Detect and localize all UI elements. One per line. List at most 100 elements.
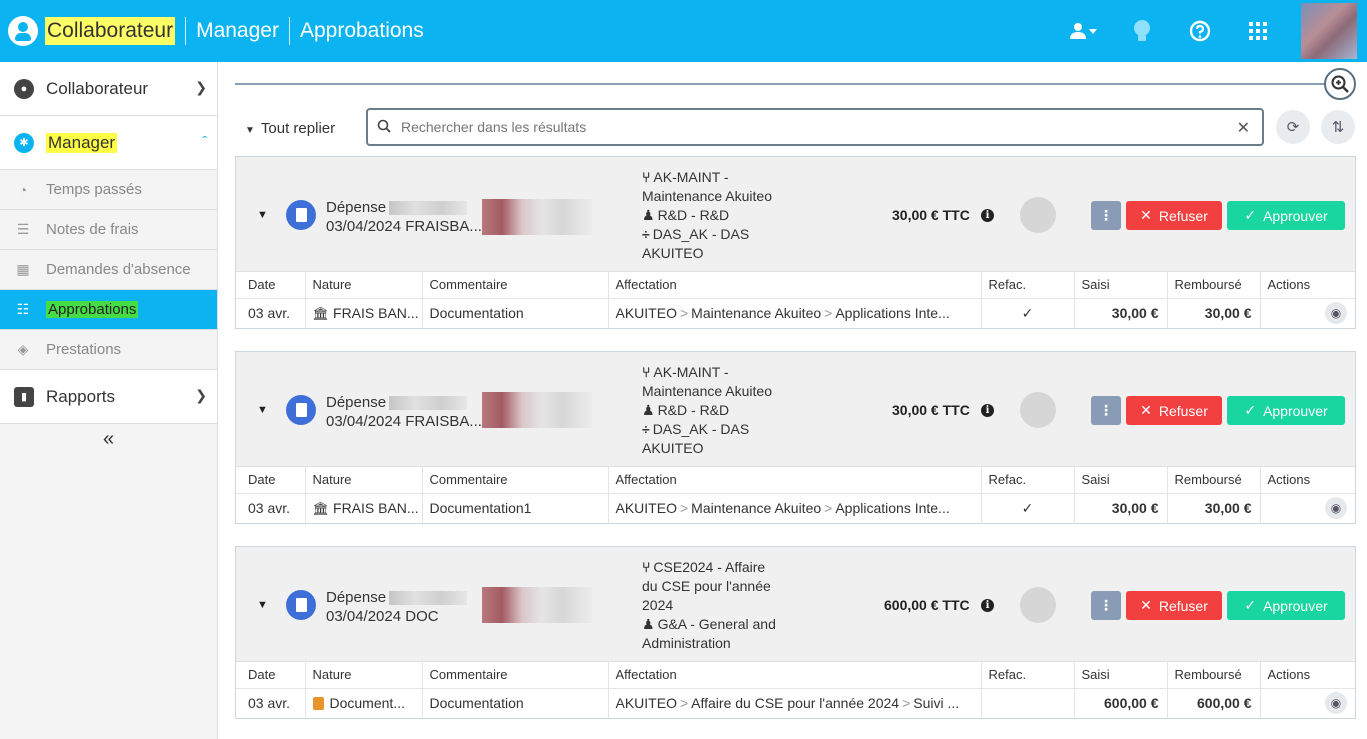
eye-icon[interactable]: ◉ — [1325, 497, 1347, 520]
redacted-employee — [482, 392, 592, 428]
breadcrumb-manager[interactable]: Manager — [186, 17, 289, 45]
card-type: Dépense — [326, 199, 387, 216]
card-subtitle: 03/04/2024 DOC — [326, 608, 439, 625]
column-header[interactable]: Refac. — [980, 272, 1074, 298]
column-header[interactable]: Date — [236, 272, 305, 298]
clock-icon: ◔ — [18, 181, 28, 198]
column-header[interactable]: Remboursé — [1166, 272, 1260, 298]
expense-table: Date Nature Commentaire Affectation Refa… — [236, 662, 1355, 718]
column-header[interactable]: Nature — [304, 272, 422, 298]
cell-nature: Document... — [304, 687, 422, 718]
collapse-all-label: Tout replier — [260, 120, 336, 137]
card-amount: 600,00 € TTC — [884, 597, 970, 613]
cell-affectation: AKUITEO > Affaire du CSE pour l'année 2024… — [607, 687, 981, 718]
column-header[interactable]: Remboursé — [1166, 662, 1260, 688]
column-header[interactable]: Affectation — [607, 662, 981, 688]
column-header[interactable]: Nature — [304, 662, 422, 688]
column-header[interactable]: Actions — [1259, 272, 1355, 298]
column-header[interactable]: Saisi — [1073, 467, 1167, 493]
sidebar-item-prestations[interactable]: ◈ Prestations — [0, 330, 217, 370]
table-header-row: Date Nature Commentaire Affectation Refa… — [236, 662, 1355, 688]
collapse-sidebar-button[interactable]: « — [0, 424, 217, 454]
column-header[interactable]: Refac. — [980, 662, 1074, 688]
sidebar-item-approbations[interactable]: ☷ Approbations — [0, 290, 217, 330]
check-icon: ✓ — [1244, 207, 1257, 223]
sidebar-item-label: Prestations — [46, 341, 122, 358]
cell-nature: 🏛 FRAIS BAN... — [304, 297, 422, 328]
user-switch-icon[interactable] — [1069, 16, 1099, 46]
approval-card: ▼ Dépense 03/04/2024 FRAISBA... ⑂ AK-MAIN… — [235, 156, 1356, 329]
clear-icon[interactable]: ✕ — [1237, 118, 1250, 138]
approval-card: ▼ Dépense 03/04/2024 DOC ⑂ CSE2024 - Affa… — [235, 546, 1356, 719]
affectation-line: R&D - R&D — [657, 207, 730, 223]
approver-avatar — [1020, 587, 1056, 623]
refuse-button[interactable]: ✕ Refuser — [1126, 396, 1222, 425]
table-row[interactable]: 03 avr. 🏛 FRAIS BAN... Documentation AKUI… — [236, 297, 1355, 328]
close-icon: ✕ — [1140, 207, 1152, 223]
sort-button[interactable]: ⇅ — [1321, 110, 1355, 144]
user-circle-icon[interactable] — [8, 16, 38, 46]
zoom-in-icon[interactable] — [1324, 68, 1356, 100]
column-header[interactable]: Actions — [1259, 467, 1355, 493]
column-header[interactable]: Date — [236, 467, 305, 493]
column-header[interactable]: Date — [236, 662, 305, 688]
cell-comment: Documentation — [421, 687, 608, 718]
sidebar-item-temps-passes[interactable]: ◔ Temps passés — [0, 170, 217, 210]
column-header[interactable]: Saisi — [1073, 662, 1167, 688]
approve-button[interactable]: ✓ Approuver — [1227, 591, 1345, 620]
more-actions-button[interactable]: ⋮ — [1091, 396, 1121, 425]
column-header[interactable]: Commentaire — [421, 662, 608, 688]
column-header[interactable]: Nature — [304, 467, 422, 493]
card-affectation: ⑂ CSE2024 - Affaire du CSE pour l'année 2… — [642, 558, 802, 653]
more-actions-button[interactable]: ⋮ — [1091, 591, 1121, 620]
approve-button[interactable]: ✓ Approuver — [1227, 396, 1345, 425]
approve-label: Approuver — [1263, 597, 1328, 614]
sidebar-section-rapports[interactable]: ▮ Rapports ❯ — [0, 370, 217, 424]
breadcrumb-approbations[interactable]: Approbations — [290, 17, 434, 45]
column-header[interactable]: Commentaire — [421, 272, 608, 298]
column-header[interactable]: Commentaire — [421, 467, 608, 493]
affectation-line: R&D - R&D — [657, 402, 730, 418]
caret-down-icon[interactable]: ▼ — [257, 404, 268, 416]
caret-down-icon[interactable]: ▼ — [257, 599, 268, 611]
sidebar-item-notes-de-frais[interactable]: ☰ Notes de frais — [0, 210, 217, 250]
info-icon[interactable]: i — [981, 404, 994, 417]
divide-icon: ÷ — [642, 421, 650, 437]
column-header[interactable]: Affectation — [607, 467, 981, 493]
sidebar-section-collaborateur[interactable]: ● Collaborateur ❯ — [0, 62, 217, 116]
approve-button[interactable]: ✓ Approuver — [1227, 201, 1345, 230]
column-header[interactable]: Refac. — [980, 467, 1074, 493]
column-header[interactable]: Actions — [1259, 662, 1355, 688]
info-icon[interactable]: i — [981, 599, 994, 612]
refuse-button[interactable]: ✕ Refuser — [1126, 591, 1222, 620]
sidebar-item-demandes-absence[interactable]: ▦ Demandes d'absence — [0, 250, 217, 290]
caret-down-icon: ▼ — [245, 125, 255, 136]
project-icon: ⑂ — [642, 364, 651, 380]
info-icon[interactable]: i — [981, 209, 994, 222]
avatar[interactable] — [1301, 3, 1357, 59]
column-header[interactable]: Saisi — [1073, 272, 1167, 298]
eye-icon[interactable]: ◉ — [1325, 692, 1347, 715]
table-row[interactable]: 03 avr. 🏛 FRAIS BAN... Documentation1 AKU… — [236, 492, 1355, 523]
chevron-down-icon: ❯ — [195, 79, 207, 95]
collapse-all-button[interactable]: ▼ Tout replier — [245, 120, 335, 137]
refuse-button[interactable]: ✕ Refuser — [1126, 201, 1222, 230]
search-input[interactable] — [401, 119, 1221, 135]
redacted-employee — [482, 587, 592, 623]
more-actions-button[interactable]: ⋮ — [1091, 201, 1121, 230]
help-icon[interactable] — [1185, 16, 1215, 46]
chevron-right-icon: > — [824, 500, 833, 517]
cell-nature: 🏛 FRAIS BAN... — [304, 492, 422, 523]
column-header[interactable]: Affectation — [607, 272, 981, 298]
sidebar-section-manager[interactable]: ✱ Manager ˆ — [0, 116, 217, 170]
apps-grid-icon[interactable] — [1243, 16, 1273, 46]
eye-icon[interactable]: ◉ — [1325, 302, 1347, 325]
caret-down-icon[interactable]: ▼ — [257, 209, 268, 221]
sidebar-item-label: Approbations — [46, 301, 139, 318]
table-row[interactable]: 03 avr. Document... Documentation AKUITE… — [236, 687, 1355, 718]
column-header[interactable]: Remboursé — [1166, 467, 1260, 493]
refresh-button[interactable]: ⟳ — [1276, 110, 1310, 144]
lightbulb-icon[interactable] — [1127, 16, 1157, 46]
breadcrumb-collaborateur[interactable]: Collaborateur — [45, 17, 176, 45]
redacted-name — [389, 396, 467, 410]
